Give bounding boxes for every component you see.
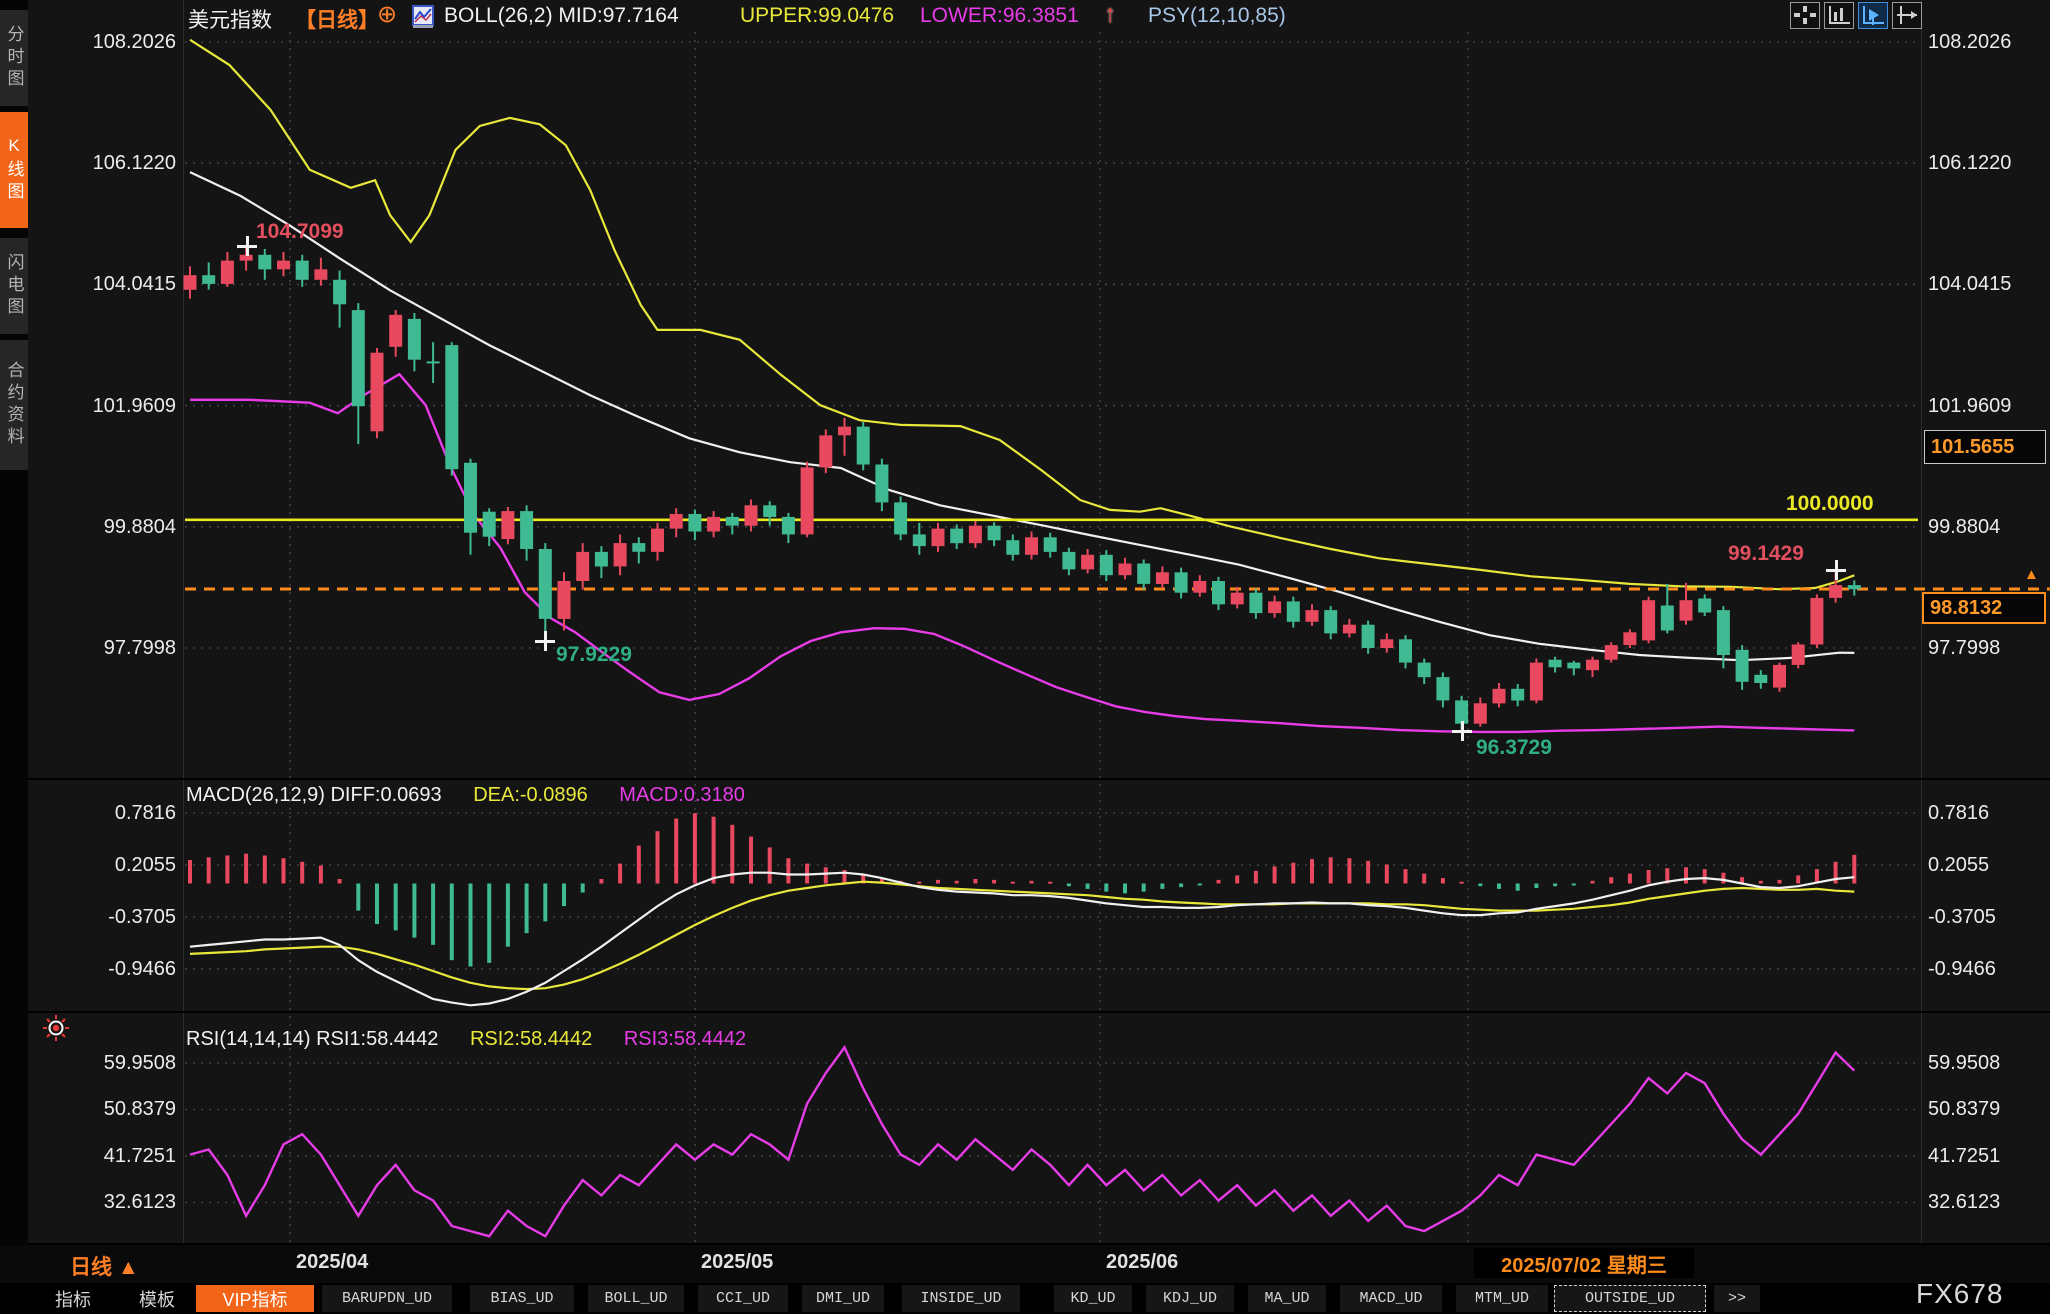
- chart-canvas[interactable]: [0, 0, 2050, 1245]
- month-label: 2025/06: [1106, 1251, 1178, 1274]
- rsi-readout: RSI(14,14,14) RSI1:58.4442 RSI2:58.4442 …: [186, 1028, 746, 1054]
- symbol-title: 美元指数: [188, 4, 272, 30]
- axis-label: 99.8804: [30, 515, 176, 539]
- axis-label: -0.9466: [1928, 957, 1996, 981]
- axis-auto-icon[interactable]: [1858, 2, 1888, 29]
- axis-label: 41.7251: [1928, 1144, 2000, 1168]
- axis-label: 0.2055: [1928, 853, 1989, 877]
- add-indicator-icon[interactable]: ⊕: [377, 0, 397, 26]
- toolbar-tab-inside_ud[interactable]: INSIDE_UD: [902, 1285, 1020, 1312]
- crosshair-date-box: 2025/07/02 星期三: [1474, 1248, 1694, 1278]
- macd-hist-value: MACD:0.3180: [619, 784, 745, 806]
- extreme-cross-marker: [535, 631, 555, 651]
- price-annotation: 97.9229: [556, 643, 632, 667]
- axis-label: -0.3705: [30, 905, 176, 929]
- extreme-cross-marker: [237, 236, 257, 256]
- brand-watermark: FX678: [1916, 1278, 2004, 1310]
- axis-label: 50.8379: [1928, 1097, 2000, 1121]
- toolbar-tab-bias_ud[interactable]: BIAS_UD: [470, 1285, 574, 1312]
- up-arrow-icon: ↑: [1104, 0, 1117, 26]
- rsi2-value: RSI2:58.4442: [470, 1028, 592, 1050]
- axis-label: 41.7251: [30, 1144, 176, 1168]
- period-tag[interactable]: 【日线】: [295, 4, 379, 30]
- indicator-toolbar: 指标模板VIP指标 BARUPDN_UD BIAS_UD BOLL_UD CCI_UD D…: [0, 1283, 2050, 1314]
- axis-label: 59.9508: [30, 1051, 176, 1075]
- boll-mid-readout: BOLL(26,2) MID:97.7164: [444, 4, 679, 30]
- axis-label: 106.1220: [30, 151, 176, 175]
- macd-readout: MACD(26,12,9) DIFF:0.0693 DEA:-0.0896 MA…: [186, 784, 745, 810]
- macd-diff-value: MACD(26,12,9) DIFF:0.0693: [186, 784, 442, 806]
- month-label: 2025/05: [701, 1251, 773, 1274]
- price-annotation: 96.3729: [1476, 736, 1552, 760]
- toolbar-tab-mtm_ud[interactable]: MTM_UD: [1456, 1285, 1548, 1312]
- axis-label: -0.9466: [30, 957, 176, 981]
- axis-label: -0.3705: [1928, 905, 1996, 929]
- toolbar-tab-vip-[interactable]: VIP指标: [196, 1285, 314, 1312]
- alert-dot-icon[interactable]: [42, 1014, 70, 1042]
- month-label: 2025/04: [296, 1251, 368, 1274]
- current-price-marker-icon: ▲: [2024, 566, 2039, 583]
- axis-label: 59.9508: [1928, 1051, 2000, 1075]
- price-annotation: 99.1429: [1728, 542, 1804, 566]
- toolbar-tab-kdj_ud[interactable]: KDJ_UD: [1146, 1285, 1234, 1312]
- rsi1-value: RSI(14,14,14) RSI1:58.4442: [186, 1028, 438, 1050]
- axis-label: 99.8804: [1928, 515, 2000, 539]
- axis-label: 104.0415: [30, 272, 176, 296]
- toolbar-tab--[interactable]: >>: [1714, 1285, 1760, 1312]
- extreme-cross-marker: [1826, 560, 1846, 580]
- toolbar-tab-macd_ud[interactable]: MACD_UD: [1340, 1285, 1442, 1312]
- period-selector[interactable]: 日线 ▲: [70, 1251, 139, 1281]
- toolbar-tab-ma_ud[interactable]: MA_UD: [1248, 1285, 1326, 1312]
- toolbar-tab-cci_ud[interactable]: CCI_UD: [698, 1285, 788, 1312]
- axis-label: 0.7816: [1928, 801, 1989, 825]
- psy-readout: PSY(12,10,85): [1148, 4, 1286, 30]
- axis-label: 108.2026: [1928, 30, 2011, 54]
- price-tag-box: 98.8132: [1922, 592, 2046, 624]
- price-tag-box: 101.5655: [1924, 430, 2046, 464]
- boll-lower-readout: LOWER:96.3851: [920, 4, 1079, 30]
- axis-label: 101.9609: [1928, 394, 2011, 418]
- chart-app-window: 分时图K线图闪电图合约资料 美元指数 【日线】 ⊕ BOLL(26,2) MID…: [0, 0, 2050, 1314]
- pan-crosshair-icon[interactable]: [1790, 2, 1820, 29]
- axis-scale-icon[interactable]: [1824, 2, 1854, 29]
- axis-label: 0.7816: [30, 801, 176, 825]
- price-annotation: 104.7099: [256, 220, 344, 244]
- axis-shift-icon[interactable]: [1892, 2, 1922, 29]
- axis-label: 32.6123: [1928, 1190, 2000, 1214]
- toolbar-tab-boll_ud[interactable]: BOLL_UD: [588, 1285, 684, 1312]
- toolbar-tab--[interactable]: 指标: [40, 1285, 106, 1312]
- boll-upper-readout: UPPER:99.0476: [740, 4, 894, 30]
- toolbar-tab-outside_ud[interactable]: OUTSIDE_UD: [1554, 1285, 1706, 1312]
- toolbar-tab-dmi_ud[interactable]: DMI_UD: [802, 1285, 884, 1312]
- toolbar-tab--[interactable]: 模板: [124, 1285, 190, 1312]
- axis-label: 106.1220: [1928, 151, 2011, 175]
- price-annotation: 100.0000: [1786, 492, 1874, 516]
- axis-label: 32.6123: [30, 1190, 176, 1214]
- axis-label: 97.7998: [1928, 636, 2000, 660]
- axis-label: 50.8379: [30, 1097, 176, 1121]
- axis-label: 104.0415: [1928, 272, 2011, 296]
- rsi3-value: RSI3:58.4442: [624, 1028, 746, 1050]
- axis-label: 101.9609: [30, 394, 176, 418]
- axis-label: 108.2026: [30, 30, 176, 54]
- toolbar-tab-barupdn_ud[interactable]: BARUPDN_UD: [322, 1285, 452, 1312]
- axis-label: 0.2055: [30, 853, 176, 877]
- mini-chart-icon[interactable]: [412, 5, 434, 31]
- chart-svg: [0, 0, 2050, 1245]
- extreme-cross-marker: [1452, 721, 1472, 741]
- macd-dea-value: DEA:-0.0896: [473, 784, 588, 806]
- time-axis: 日线 ▲ 2025/04 2025/05 2025/06 2025/07/02 星期…: [0, 1245, 2050, 1283]
- toolbar-tab-kd_ud[interactable]: KD_UD: [1054, 1285, 1132, 1312]
- axis-label: 97.7998: [30, 636, 176, 660]
